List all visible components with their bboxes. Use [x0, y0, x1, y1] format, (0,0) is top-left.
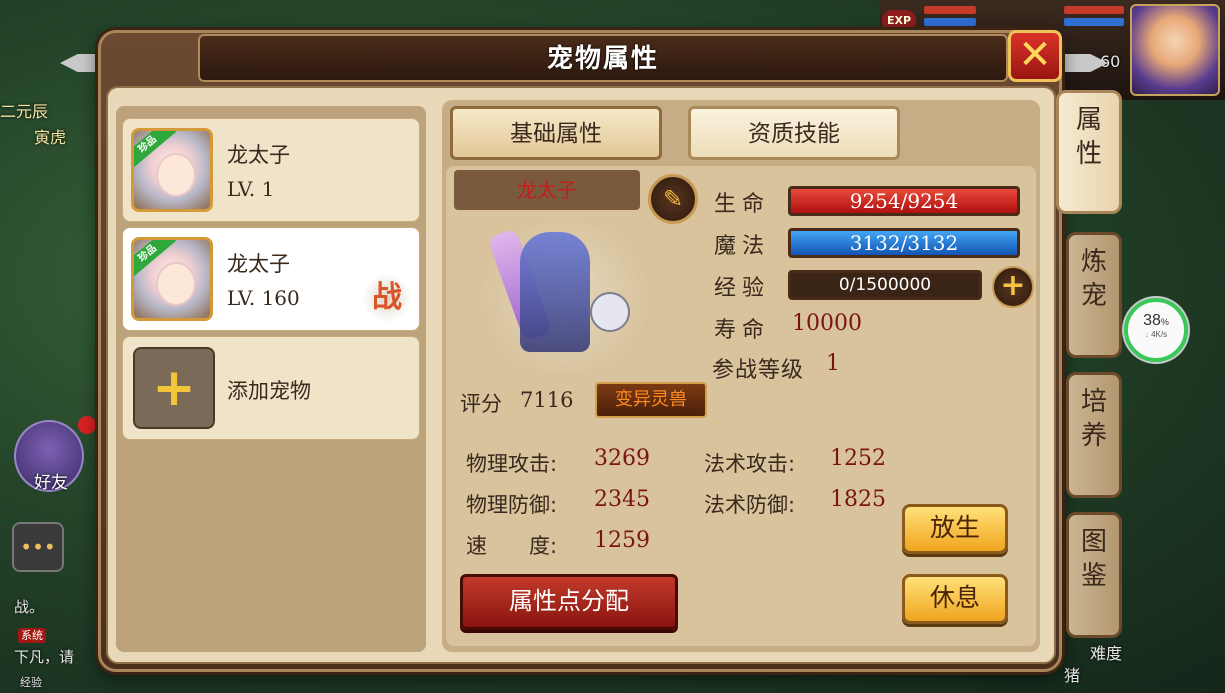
pet-face-icon: [156, 153, 196, 197]
hp-label: 生命: [714, 192, 771, 217]
pet-model: [520, 232, 590, 352]
pet-list-item[interactable]: 珍品 龙太子 LV. 1: [122, 118, 420, 222]
network-speed-widget[interactable]: 38% ↓ 4K/s: [1124, 298, 1188, 362]
tab-talent-skills[interactable]: 资质技能: [688, 106, 900, 160]
magic-defense-value: 1825: [830, 487, 886, 512]
side-tab-label: 属: [1075, 105, 1102, 135]
pet-name: 龙太子: [227, 143, 290, 167]
side-tab-label: 养: [1080, 421, 1107, 451]
difficulty-label: 难度: [1090, 644, 1123, 663]
phys-attack-label: 物理攻击:: [466, 452, 558, 476]
map-label: 猪: [1064, 666, 1081, 685]
top-mp-bar: [924, 18, 976, 26]
exp-bar: 0/1500000: [788, 270, 982, 300]
plus-icon: +: [133, 347, 215, 429]
side-tab-refine[interactable]: 炼 宠: [1066, 232, 1122, 358]
friends-label: 好友: [34, 473, 68, 493]
side-tab-label: 图: [1080, 527, 1107, 557]
close-button[interactable]: ✕: [1008, 30, 1062, 82]
lifespan-value: 10000: [792, 311, 862, 336]
side-tab-codex[interactable]: 图 鉴: [1066, 512, 1122, 638]
exp-badge[interactable]: EXP: [882, 10, 916, 32]
pencil-icon: ✎: [662, 185, 684, 213]
side-tab-label: 性: [1075, 139, 1102, 169]
battle-level-label: 参战等级: [712, 358, 805, 383]
pet-level: LV. 160: [227, 286, 300, 310]
plus-icon: +: [1000, 268, 1026, 303]
magic-defense-label: 法术防御:: [704, 493, 796, 517]
pet-face-icon: [156, 262, 196, 306]
magic-attack-label: 法术攻击:: [704, 452, 796, 476]
friends-button[interactable]: 好友: [14, 416, 96, 493]
pet-level: LV. 1: [227, 177, 275, 201]
side-tab-label: 炼: [1080, 247, 1107, 277]
pet-portrait: 珍品: [131, 128, 213, 212]
pet-list-item-selected[interactable]: 珍品 龙太子 LV. 160 战: [122, 227, 420, 331]
lifespan-label: 寿命: [714, 318, 771, 343]
rest-button[interactable]: 休息: [902, 574, 1008, 624]
player-avatar[interactable]: [1130, 4, 1220, 96]
battle-level-value: 1: [826, 351, 840, 376]
scene-text-2: 寅虎: [34, 128, 67, 147]
pet-portrait: 珍品: [131, 237, 213, 321]
top-hp-bar: [924, 6, 976, 14]
mp-bar: 3132/3132: [788, 228, 1020, 258]
allocate-points-button[interactable]: 属性点分配: [460, 574, 678, 630]
network-speed: ↓ 4K/s: [1144, 330, 1168, 339]
magic-attack-value: 1252: [830, 446, 886, 471]
add-pet-button[interactable]: + 添加宠物: [122, 336, 420, 440]
close-x-icon: ✕: [1018, 32, 1052, 78]
chat-bubble-icon: •••: [20, 535, 56, 559]
add-exp-button[interactable]: +: [992, 266, 1034, 308]
chat-line-1: 战。: [14, 598, 45, 616]
side-tab-label: 鉴: [1080, 561, 1107, 591]
dialog-title: 宠物属性: [546, 44, 659, 74]
side-tab-label: 培: [1080, 387, 1107, 417]
release-button[interactable]: 放生: [902, 504, 1008, 554]
hp-bar: 9254/9254: [788, 186, 1020, 216]
player-mp-bar: [1064, 18, 1124, 26]
phys-attack-value: 3269: [594, 446, 650, 471]
scene-text-1: 二元辰: [0, 102, 49, 121]
tab-basic-attributes[interactable]: 基础属性: [450, 106, 662, 160]
mp-label: 魔法: [714, 234, 771, 259]
pet-name-display: 龙太子: [454, 170, 640, 210]
rename-button[interactable]: ✎: [648, 174, 698, 224]
pet-name: 龙太子: [227, 252, 290, 276]
chat-button[interactable]: •••: [12, 522, 64, 572]
battle-icon: 战: [361, 274, 413, 322]
speed-label: 速 度:: [466, 534, 558, 558]
phys-defense-label: 物理防御:: [466, 493, 558, 517]
exp-label: 经验: [714, 276, 771, 301]
score-label: 评分: [460, 392, 502, 416]
phys-defense-value: 2345: [594, 487, 650, 512]
chat-line-2: 下凡，请: [14, 648, 75, 666]
speed-value: 1259: [594, 528, 650, 553]
add-pet-label: 添加宠物: [227, 379, 311, 403]
player-hp-bar: [1064, 6, 1124, 14]
pet-companion-art: [590, 292, 630, 332]
notification-dot: [78, 416, 96, 434]
score-value: 7116: [520, 388, 574, 412]
network-percent: 38%: [1143, 312, 1169, 329]
mutant-badge: 变异灵兽: [595, 382, 707, 418]
system-tag: 系统: [18, 624, 46, 643]
exp-bar-label: 经验: [20, 676, 42, 689]
side-tab-train[interactable]: 培 养: [1066, 372, 1122, 498]
side-tab-label: 宠: [1080, 281, 1107, 311]
side-tab-attributes[interactable]: 属 性: [1056, 90, 1122, 214]
